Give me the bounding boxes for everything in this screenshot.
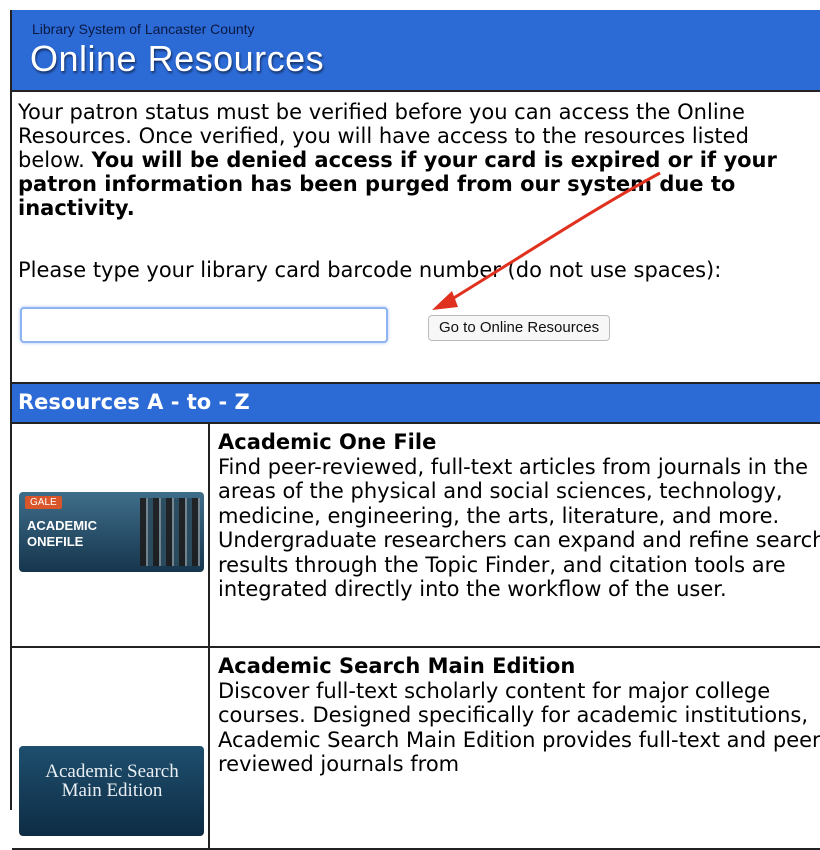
section-header: Resources A - to - Z — [12, 382, 820, 424]
barcode-prompt: Please type your library card barcode nu… — [18, 258, 722, 282]
gale-badge: GALE — [25, 496, 62, 509]
logo-text: ACADEMIC ONEFILE — [27, 518, 98, 549]
intro-warning-text: You will be denied access if your card i… — [18, 148, 777, 220]
academic-search-logo[interactable]: Academic Search Main Edition — [19, 746, 204, 836]
resource-logo-cell: Academic Search Main Edition — [12, 648, 210, 848]
resource-description-cell: Academic Search Main Edition Discover fu… — [218, 648, 820, 777]
academic-onefile-logo[interactable]: GALE ACADEMIC ONEFILE — [19, 492, 204, 572]
logo-text: Academic Search Main Edition — [45, 761, 179, 801]
intro-text: Your patron status must be verified befo… — [18, 100, 818, 220]
resource-row: GALE ACADEMIC ONEFILE Academic One File … — [12, 424, 820, 648]
resource-logo-cell: GALE ACADEMIC ONEFILE — [12, 424, 210, 646]
resource-name[interactable]: Academic One File — [218, 430, 820, 455]
resource-description: Find peer-reviewed, full-text articles f… — [218, 454, 820, 602]
resource-description-cell: Academic One File Find peer-reviewed, fu… — [218, 424, 820, 602]
page-frame: Library System of Lancaster County Onlin… — [10, 10, 820, 850]
go-to-online-resources-button[interactable]: Go to Online Resources — [428, 315, 611, 341]
resource-description: Discover full-text scholarly content for… — [218, 678, 820, 777]
resource-name[interactable]: Academic Search Main Edition — [218, 654, 820, 679]
org-name: Library System of Lancaster County — [32, 21, 255, 37]
page-header: Library System of Lancaster County Onlin… — [12, 10, 820, 92]
barcode-input[interactable] — [20, 307, 388, 343]
resource-row: Academic Search Main Edition Academic Se… — [12, 648, 820, 850]
books-graphic — [140, 498, 200, 566]
page-title: Online Resources — [30, 38, 325, 79]
truncated-top-text — [0, 0, 820, 10]
section-title: Resources A - to - Z — [18, 390, 250, 414]
resources-table: GALE ACADEMIC ONEFILE Academic One File … — [12, 424, 820, 850]
